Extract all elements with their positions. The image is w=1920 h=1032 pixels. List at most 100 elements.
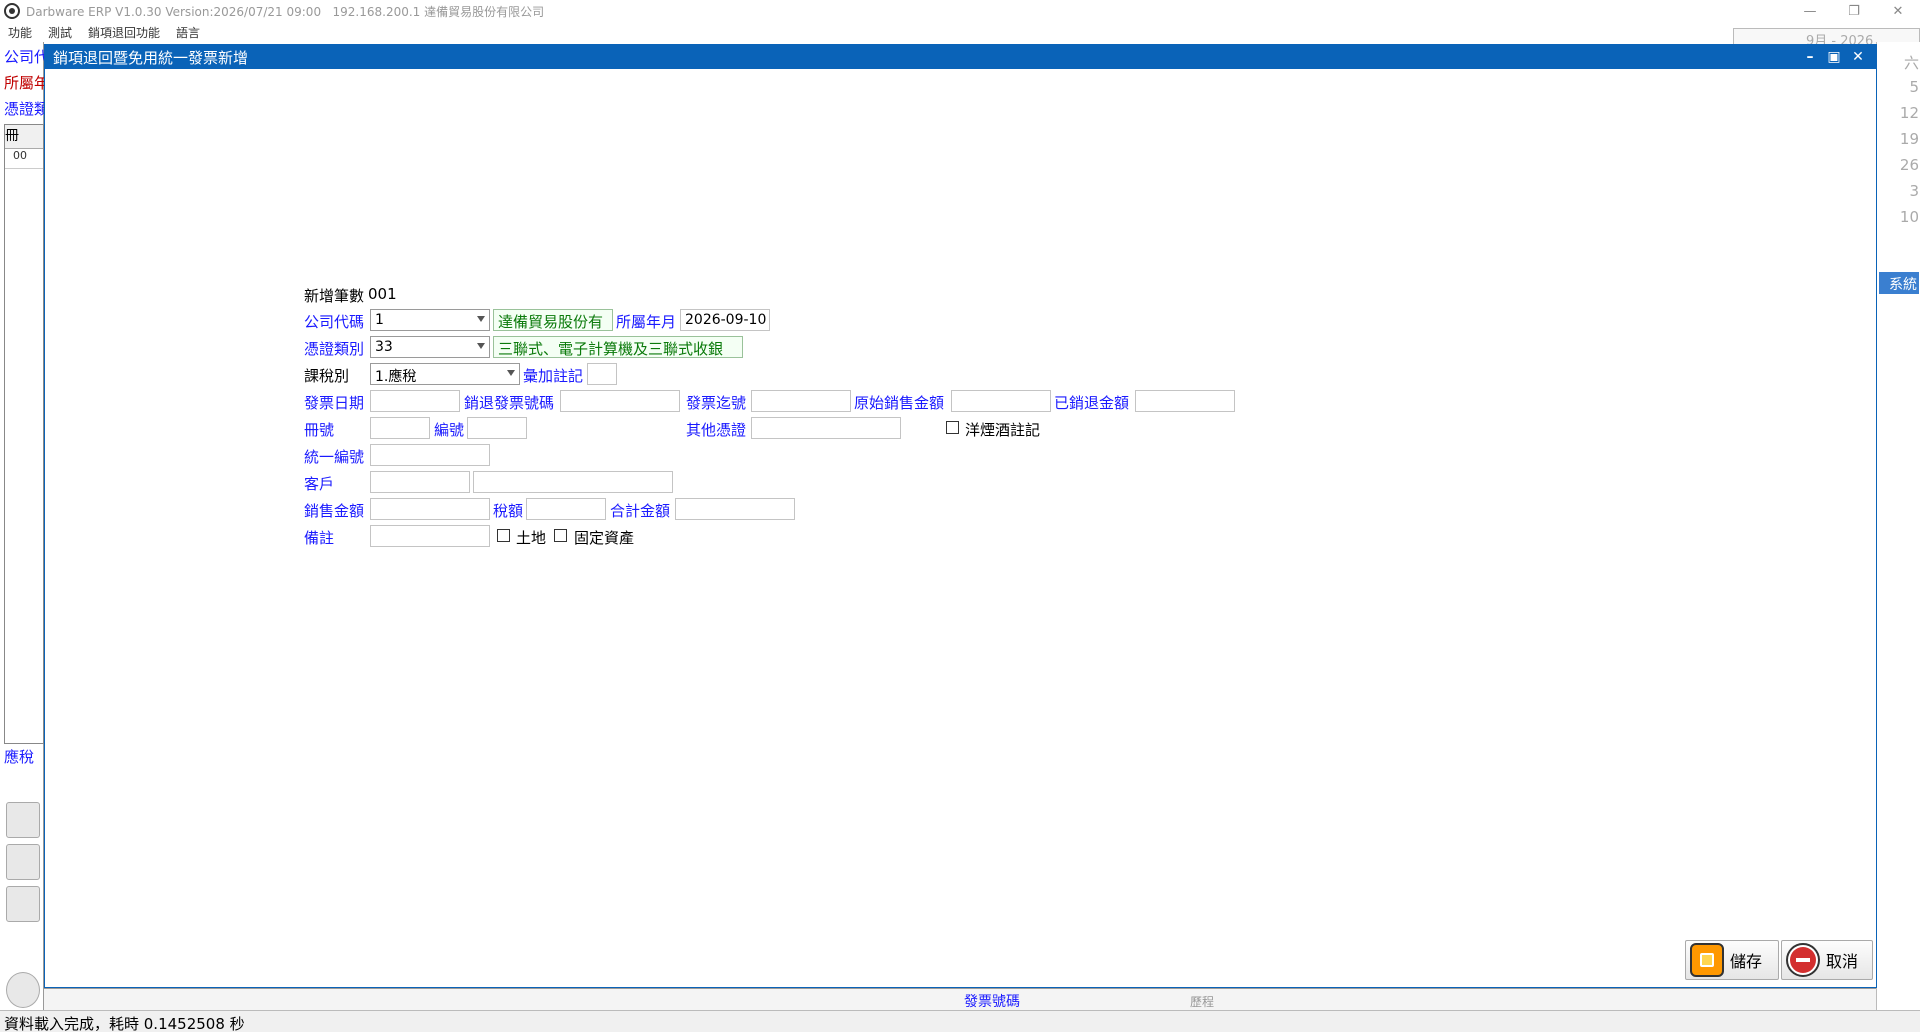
returned-amount-field[interactable] bbox=[1135, 390, 1235, 412]
aggregate-field[interactable] bbox=[587, 363, 617, 385]
dialog-minimize-icon[interactable]: – bbox=[1798, 45, 1822, 69]
liquor-label: 洋煙酒註記 bbox=[965, 421, 1041, 439]
voucher-type-desc: 三聯式、電子計算機及三聯式收銀 bbox=[493, 336, 743, 358]
background-left-panel: 公司代 所屬年 憑證類 冊 00 應稅 bbox=[0, 42, 49, 1010]
app-restore-icon[interactable]: ❐ bbox=[1832, 0, 1876, 22]
bg-calendar-day[interactable]: 19 bbox=[1879, 130, 1919, 148]
total-amount-field[interactable] bbox=[675, 498, 795, 520]
bg-calendar-day[interactable]: 5 bbox=[1879, 78, 1919, 96]
company-code-label: 公司代碼 bbox=[304, 313, 365, 331]
bg-calendar-weekday: 六 bbox=[1903, 54, 1919, 72]
status-text: 資料載入完成，耗時 0.1452508 秒 bbox=[4, 1015, 245, 1032]
app-minimize-icon[interactable]: — bbox=[1788, 0, 1832, 22]
save-icon bbox=[1690, 943, 1724, 977]
sales-return-dialog: 銷項退回暨免用統一發票新增 – ▣ ✕ 新增筆數 001 公司代碼 1 達備貿易… bbox=[44, 44, 1877, 988]
sales-amount-label: 銷售金額 bbox=[304, 502, 365, 520]
count-value: 001 bbox=[368, 285, 397, 303]
voucher-type-value: 33 bbox=[375, 339, 393, 355]
company-code-select[interactable]: 1 bbox=[370, 309, 490, 331]
book-no-label: 冊號 bbox=[304, 421, 335, 439]
count-label: 新增筆數 bbox=[304, 287, 365, 305]
dialog-maximize-icon[interactable]: ▣ bbox=[1822, 45, 1846, 69]
tax-type-value: 1.應稅 bbox=[375, 369, 417, 385]
invoice-date-field[interactable] bbox=[370, 390, 460, 412]
bg-grid-header: 冊 bbox=[5, 125, 43, 149]
app-title: Darbware ERP V1.0.30 Version:2026/07/21 … bbox=[26, 4, 545, 19]
voucher-type-label: 憑證類別 bbox=[304, 340, 365, 358]
dialog-title: 銷項退回暨免用統一發票新增 bbox=[53, 48, 249, 67]
customer-name-field[interactable] bbox=[473, 471, 673, 493]
voucher-type-select[interactable]: 33 bbox=[370, 336, 490, 358]
company-name-field: 達備貿易股份有 bbox=[493, 309, 613, 331]
tax-type-select[interactable]: 1.應稅 bbox=[370, 363, 520, 385]
app-logo-icon bbox=[4, 3, 20, 19]
company-code-value: 1 bbox=[375, 312, 384, 328]
dialog-titlebar: 銷項退回暨免用統一發票新增 – ▣ ✕ bbox=[45, 45, 1876, 69]
bg-tax-label: 應稅 bbox=[4, 748, 35, 766]
remark-field[interactable] bbox=[370, 525, 490, 547]
land-checkbox[interactable] bbox=[497, 529, 510, 542]
bg-voucher-label: 憑證類 bbox=[4, 100, 50, 118]
menu-sales-return[interactable]: 銷項退回功能 bbox=[80, 22, 168, 42]
menu-test[interactable]: 測試 bbox=[40, 22, 80, 42]
bg-calendar-day[interactable]: 3 bbox=[1879, 182, 1919, 200]
original-sales-field[interactable] bbox=[951, 390, 1051, 412]
app-close-icon[interactable]: ✕ bbox=[1876, 0, 1920, 22]
bg-period-label: 所屬年 bbox=[4, 74, 50, 92]
fixed-asset-label: 固定資產 bbox=[574, 529, 635, 547]
bg-invoice-no-label: 發票號碼 bbox=[964, 994, 1020, 1010]
bg-calendar-day[interactable]: 10 bbox=[1879, 208, 1919, 226]
returned-amount-label: 已銷退金額 bbox=[1054, 394, 1130, 412]
book-no-field[interactable] bbox=[370, 417, 430, 439]
customer-code-field[interactable] bbox=[370, 471, 470, 493]
period-label: 所屬年月 bbox=[616, 313, 677, 331]
bg-grid-row: 00 bbox=[5, 149, 43, 169]
fixed-asset-checkbox[interactable] bbox=[554, 529, 567, 542]
aggregate-label: 彙加註記 bbox=[523, 367, 584, 385]
invoice-end-label: 發票迄號 bbox=[686, 394, 747, 412]
period-field[interactable]: 2026-09-10 bbox=[680, 309, 770, 331]
background-bottom-bar: 發票號碼 歷程 bbox=[44, 988, 1876, 1010]
other-voucher-label: 其他憑證 bbox=[686, 421, 747, 439]
remark-label: 備註 bbox=[304, 529, 335, 547]
customer-label: 客戶 bbox=[304, 475, 335, 493]
serial-no-field[interactable] bbox=[467, 417, 527, 439]
sales-amount-field[interactable] bbox=[370, 498, 490, 520]
bg-grid: 冊 00 bbox=[4, 124, 44, 744]
menu-language[interactable]: 語言 bbox=[168, 22, 208, 42]
bg-side-doc-icon[interactable] bbox=[6, 802, 40, 838]
bg-system-button[interactable]: 系統 bbox=[1879, 272, 1919, 294]
app-titlebar: Darbware ERP V1.0.30 Version:2026/07/21 … bbox=[0, 0, 1920, 22]
chevron-down-icon bbox=[477, 316, 485, 322]
tax-type-label: 課稅別 bbox=[304, 367, 350, 385]
dialog-close-icon[interactable]: ✕ bbox=[1846, 45, 1870, 69]
save-button[interactable]: 儲存 bbox=[1685, 940, 1779, 980]
liquor-checkbox[interactable] bbox=[946, 421, 959, 434]
background-right-panel: 六 5 12 19 26 3 10 系統 bbox=[1876, 42, 1920, 1010]
invoice-end-field[interactable] bbox=[751, 390, 851, 412]
statusbar: 資料載入完成，耗時 0.1452508 秒 bbox=[0, 1010, 1920, 1032]
bg-history-radio-label[interactable]: 歷程 bbox=[1190, 993, 1214, 1010]
bg-side-user-icon[interactable] bbox=[6, 844, 40, 880]
bg-side-up-icon[interactable] bbox=[6, 972, 40, 1008]
save-button-label: 儲存 bbox=[1730, 952, 1763, 971]
return-invoice-label: 銷退發票號碼 bbox=[464, 394, 555, 412]
serial-no-label: 編號 bbox=[434, 421, 465, 439]
cancel-button-label: 取消 bbox=[1826, 952, 1859, 971]
bg-calendar-day[interactable]: 12 bbox=[1879, 104, 1919, 122]
tax-amount-field[interactable] bbox=[526, 498, 606, 520]
total-amount-label: 合計金額 bbox=[610, 502, 671, 520]
tax-id-field[interactable] bbox=[370, 444, 490, 466]
menu-function[interactable]: 功能 bbox=[0, 22, 40, 42]
chevron-down-icon bbox=[507, 370, 515, 376]
bg-calendar-day[interactable]: 26 bbox=[1879, 156, 1919, 174]
other-voucher-field[interactable] bbox=[751, 417, 901, 439]
land-label: 土地 bbox=[516, 529, 547, 547]
cancel-icon bbox=[1786, 943, 1820, 977]
tax-amount-label: 稅額 bbox=[493, 502, 524, 520]
bg-side-folder-icon[interactable] bbox=[6, 886, 40, 922]
invoice-date-label: 發票日期 bbox=[304, 394, 365, 412]
cancel-button[interactable]: 取消 bbox=[1781, 940, 1873, 980]
return-invoice-field[interactable] bbox=[560, 390, 680, 412]
tax-id-label: 統一編號 bbox=[304, 448, 365, 466]
